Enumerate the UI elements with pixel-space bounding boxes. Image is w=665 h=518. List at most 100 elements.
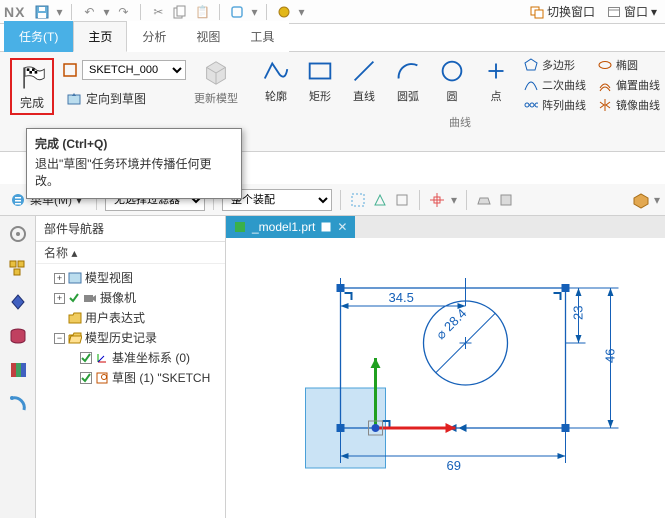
view-tool-1[interactable] (475, 191, 493, 209)
arc-button[interactable]: 圆弧 (386, 56, 430, 114)
tree-node-model-views[interactable]: +模型视图 (54, 268, 221, 288)
circle-icon (437, 56, 467, 86)
qat-render-dropdown[interactable]: ▾ (297, 4, 305, 20)
tree-node-model-history[interactable]: −模型历史记录 (54, 328, 221, 348)
qat-copy-icon[interactable] (171, 3, 189, 21)
offset-curve-button[interactable]: 偏置曲线 (596, 76, 662, 94)
ribbon-tabs: 任务(T) 主页 分析 视图 工具 (0, 24, 665, 52)
line-button[interactable]: 直线 (342, 56, 386, 114)
point-button[interactable]: 点 (474, 56, 518, 114)
tab-view[interactable]: 视图 (181, 21, 235, 52)
part-icon (234, 221, 246, 233)
rail-reuse-library[interactable] (6, 324, 30, 348)
qat-undo-dropdown[interactable]: ▾ (102, 4, 110, 20)
document-tab[interactable]: _model1.prt ✕ (226, 216, 355, 238)
update-model-icon (201, 58, 231, 88)
collapse-icon[interactable]: − (54, 333, 65, 344)
window-menu-label: 窗口 (624, 3, 648, 20)
document-tab-label: _model1.prt (252, 220, 315, 234)
dim-34-5[interactable]: 34.5 (389, 290, 414, 305)
qat-save-dropdown[interactable]: ▾ (55, 4, 63, 20)
polygon-button[interactable]: 多边形 (522, 56, 588, 74)
folder-open-icon (68, 331, 82, 345)
qat-paste-icon[interactable]: 📋 (193, 3, 211, 21)
dim-23[interactable]: 23 (571, 306, 586, 320)
snap-dropdown[interactable]: ▾ (450, 192, 458, 208)
tree-node-datum-csys[interactable]: 基准坐标系 (0) (80, 348, 221, 368)
qat-touch-icon[interactable] (228, 3, 246, 21)
expand-icon[interactable]: + (54, 273, 65, 284)
tooltip-body: 退出"草图"任务环境并传播任何更改。 (35, 156, 233, 190)
ellipse-button[interactable]: 椭圆 (596, 56, 662, 74)
switch-window-button[interactable]: 切换窗口 (526, 2, 599, 21)
update-model-button[interactable]: 更新模型 (194, 58, 238, 106)
qat-touch-dropdown[interactable]: ▾ (250, 4, 258, 20)
graphics-viewport[interactable]: _model1.prt ✕ ⌀ 28.4 (226, 216, 665, 518)
expand-icon[interactable]: + (54, 293, 65, 304)
part-navigator-panel: 部件导航器 名称 ▴ +模型视图 +摄像机 用户表达式 −模型历史记录 基准坐标… (36, 216, 226, 518)
sketch-name-select[interactable]: SKETCH_000 (82, 60, 186, 80)
finish-sketch-button[interactable]: 完成 (10, 58, 54, 115)
rail-assembly-navigator[interactable] (6, 256, 30, 280)
rail-web-browser[interactable] (6, 392, 30, 416)
tree-node-user-expr[interactable]: 用户表达式 (54, 308, 221, 328)
tooltip-title: 完成 (Ctrl+Q) (35, 135, 233, 152)
sketch-canvas[interactable]: ⌀ 28.4 34.5 23 (226, 238, 665, 518)
tab-home[interactable]: 主页 (73, 21, 127, 52)
dim-69[interactable]: 69 (447, 458, 461, 473)
qat-save-icon[interactable] (33, 3, 51, 21)
document-tab-bar: _model1.prt ✕ (226, 216, 665, 238)
resource-bar (0, 216, 36, 518)
window-menu-button[interactable]: 窗口 ▾ (603, 2, 661, 21)
rail-hd3d[interactable] (6, 358, 30, 382)
polygon-icon (524, 58, 538, 72)
qat-cut-icon[interactable]: ✂ (149, 3, 167, 21)
sel-tool-2[interactable] (371, 191, 389, 209)
qat-redo-icon[interactable]: ↷ (114, 3, 132, 21)
offset-icon (598, 78, 612, 92)
ellipse-icon (598, 58, 612, 72)
tab-tools[interactable]: 工具 (235, 21, 289, 52)
render-style-dropdown[interactable]: ▾ (653, 192, 661, 208)
checkbox-icon[interactable] (80, 372, 92, 384)
sketch-name-icon (62, 62, 78, 78)
view-tool-2[interactable] (497, 191, 515, 209)
checkbox-icon[interactable] (80, 352, 92, 364)
switch-window-icon (530, 5, 544, 19)
update-model-label: 更新模型 (194, 90, 238, 106)
tab-task[interactable]: 任务(T) (4, 21, 73, 52)
tree-node-cameras[interactable]: +摄像机 (54, 288, 221, 308)
sketch-icon (95, 371, 109, 385)
circle-button[interactable]: 圆 (430, 56, 474, 114)
rectangle-icon (305, 56, 335, 86)
rectangle-button[interactable]: 矩形 (298, 56, 342, 114)
render-style-button[interactable] (631, 191, 649, 209)
profile-icon (261, 56, 291, 86)
mirror-curve-button[interactable]: 镜像曲线 (596, 96, 662, 114)
rail-constraint-navigator[interactable] (6, 290, 30, 314)
qat-undo-icon[interactable]: ↶ (80, 3, 98, 21)
mirror-icon (598, 98, 612, 112)
pattern-curve-button[interactable]: 阵列曲线 (522, 96, 588, 114)
sel-tool-3[interactable] (393, 191, 411, 209)
conic-button[interactable]: 二次曲线 (522, 76, 588, 94)
modified-icon (321, 222, 331, 232)
ribbon-group-curve-label: 曲线 (449, 114, 471, 130)
sel-tool-1[interactable] (349, 191, 367, 209)
qat-render-icon[interactable] (275, 3, 293, 21)
folder-icon (68, 311, 82, 325)
dim-46[interactable]: 46 (603, 349, 618, 363)
finish-label: 完成 (20, 94, 44, 111)
views-icon (68, 271, 82, 285)
menu-icon (10, 192, 26, 208)
nav-column-name[interactable]: 名称 ▴ (36, 242, 225, 264)
orient-to-sketch-button[interactable]: 定向到草图 (62, 88, 150, 109)
tree-node-sketch[interactable]: 草图 (1) "SKETCH (80, 368, 221, 388)
close-tab-icon[interactable]: ✕ (337, 220, 347, 234)
tab-analyze[interactable]: 分析 (127, 21, 181, 52)
camera-icon (83, 291, 97, 305)
profile-button[interactable]: 轮廓 (254, 56, 298, 114)
rail-part-navigator[interactable] (6, 222, 30, 246)
snap-tool[interactable] (428, 191, 446, 209)
pattern-icon (524, 98, 538, 112)
